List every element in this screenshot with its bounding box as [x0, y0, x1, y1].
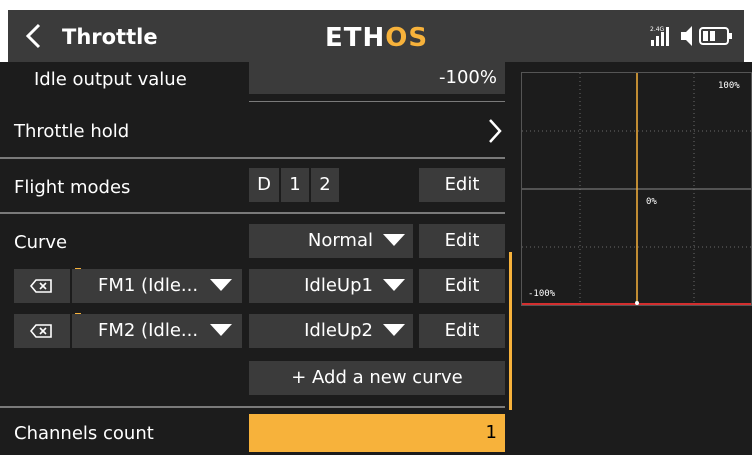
curve-graph: 100% 0% -100%	[521, 72, 752, 306]
flight-modes-label: Flight modes	[14, 177, 131, 198]
speaker-icon	[681, 26, 692, 46]
caret-down-icon	[210, 278, 233, 291]
remove-fm1-button[interactable]	[14, 269, 70, 303]
graph-grid	[522, 73, 751, 305]
divider	[0, 157, 505, 159]
fm1-curve-edit-button[interactable]: Edit	[419, 269, 505, 303]
divider	[249, 101, 505, 102]
fm1-curve-value: IdleUp1	[304, 275, 373, 296]
delete-icon	[30, 279, 52, 293]
graph-max-label: 100%	[718, 81, 740, 91]
caret-down-icon	[383, 323, 405, 336]
throttle-hold-label: Throttle hold	[14, 121, 130, 142]
caret-down-icon	[210, 323, 233, 336]
curve-select[interactable]: Normal	[249, 224, 413, 258]
remove-fm2-button[interactable]	[14, 314, 70, 348]
curve-label: Curve	[14, 232, 68, 253]
fm2-curve-value: IdleUp2	[304, 320, 373, 341]
flight-mode-1-button[interactable]: 1	[281, 168, 309, 202]
fm1-select[interactable]: FM1 (Idle...	[72, 269, 242, 303]
curve-select-value: Normal	[307, 230, 373, 251]
divider	[0, 406, 505, 408]
idle-output-label: Idle output value	[34, 69, 187, 90]
flight-modes-edit-button[interactable]: Edit	[419, 168, 505, 202]
flight-mode-2-button[interactable]: 2	[311, 168, 339, 202]
channels-count-label: Channels count	[14, 423, 154, 444]
flight-mode-d-button[interactable]: D	[249, 168, 279, 202]
curve-point	[635, 301, 639, 305]
fm1-curve-select[interactable]: IdleUp1	[249, 269, 413, 303]
scrollbar[interactable]	[509, 252, 512, 410]
svg-text:2.4G: 2.4G	[650, 26, 665, 33]
fm2-curve-select[interactable]: IdleUp2	[249, 314, 413, 348]
graph-center-label: 0%	[646, 197, 657, 207]
page-title: Throttle	[62, 25, 158, 49]
idle-output-field[interactable]: -100%	[249, 62, 505, 94]
caret-down-icon	[383, 278, 405, 291]
throttle-hold-row[interactable]: Throttle hold	[0, 106, 510, 156]
ethos-logo: ETHOS	[325, 23, 429, 53]
caret-down-icon	[383, 233, 405, 246]
chevron-right-icon	[489, 119, 502, 143]
back-button[interactable]	[24, 22, 44, 50]
fm2-select-value: FM2 (Idle...	[98, 320, 199, 341]
graph-min-label: -100%	[528, 289, 556, 299]
channels-count-field[interactable]: 1	[249, 414, 505, 452]
divider	[0, 212, 505, 214]
curve-edit-button[interactable]: Edit	[419, 224, 505, 258]
delete-icon	[30, 324, 52, 338]
fm1-select-value: FM1 (Idle...	[98, 275, 199, 296]
fm2-select[interactable]: FM2 (Idle...	[72, 314, 242, 348]
add-curve-button[interactable]: + Add a new curve	[249, 361, 505, 395]
fm2-curve-edit-button[interactable]: Edit	[419, 314, 505, 348]
status-icons: 2.4G	[649, 24, 739, 48]
battery-icon	[699, 27, 732, 45]
chevron-left-icon	[25, 23, 41, 49]
rf-signal-icon: 2.4G	[650, 26, 669, 46]
